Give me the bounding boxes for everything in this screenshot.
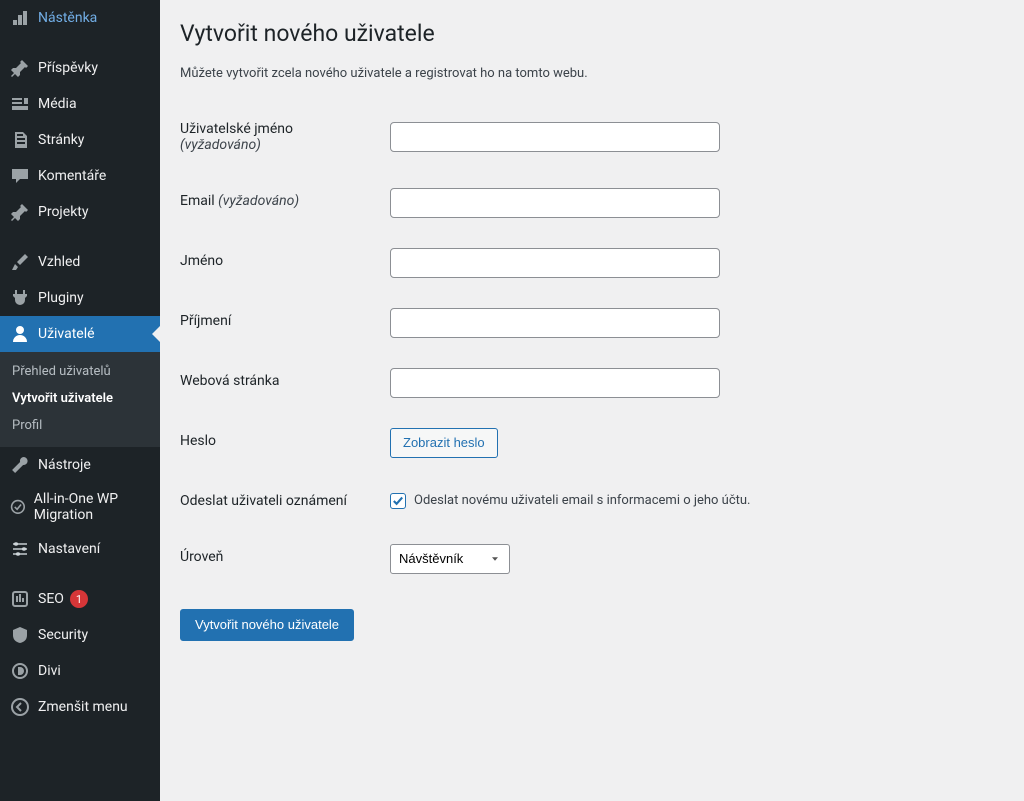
- sidebar-item-label: Projekty: [38, 204, 89, 220]
- sidebar-item-collapse[interactable]: Zmenšit menu: [0, 689, 160, 725]
- sidebar-item-label: Vzhled: [38, 254, 80, 270]
- sidebar-item-label: Nástroje: [38, 457, 91, 473]
- sidebar-item-label: Komentáře: [38, 168, 106, 184]
- sidebar-item-label: Nástěnka: [38, 10, 97, 26]
- show-password-button[interactable]: Zobrazit heslo: [390, 428, 498, 458]
- sidebar-item-pages[interactable]: Stránky: [0, 122, 160, 158]
- pages-icon: [10, 130, 30, 150]
- sidebar-item-seo[interactable]: SEO 1: [0, 581, 160, 617]
- label-website: Webová stránka: [180, 353, 380, 413]
- checkbox-checked-icon: [390, 493, 406, 509]
- admin-sidebar: Nástěnka Příspěvky Média Stránky Komentá…: [0, 0, 160, 801]
- label-role: Úroveň: [180, 529, 380, 589]
- media-icon: [10, 94, 30, 114]
- firstname-input[interactable]: [390, 248, 720, 278]
- sidebar-item-label: Příspěvky: [38, 60, 98, 76]
- submenu-item-create[interactable]: Vytvořit uživatele: [0, 385, 160, 412]
- sidebar-item-label: Nastavení: [38, 541, 100, 557]
- sliders-icon: [10, 539, 30, 559]
- sidebar-item-label: All-in-One WP Migration: [34, 491, 150, 523]
- seo-icon: [10, 589, 30, 609]
- submit-button[interactable]: Vytvořit nového uživatele: [180, 609, 354, 641]
- sidebar-item-posts[interactable]: Příspěvky: [0, 50, 160, 86]
- seo-badge: 1: [70, 590, 88, 608]
- submenu-item-overview[interactable]: Přehled uživatelů: [0, 358, 160, 385]
- main-content: Vytvořit nového uživatele Můžete vytvoři…: [160, 0, 1024, 801]
- label-text: Email: [180, 193, 215, 209]
- sidebar-item-label: Zmenšit menu: [38, 699, 128, 715]
- shield-icon: [10, 625, 30, 645]
- collapse-icon: [10, 697, 30, 717]
- page-description: Můžete vytvořit zcela nového uživatele a…: [180, 66, 1004, 81]
- migration-icon: [10, 497, 26, 517]
- label-text: Uživatelské jméno: [180, 121, 293, 137]
- required-note: (vyžadováno): [180, 137, 261, 153]
- lastname-input[interactable]: [390, 308, 720, 338]
- sidebar-item-settings[interactable]: Nastavení: [0, 531, 160, 567]
- label-firstname: Jméno: [180, 233, 380, 293]
- notify-checkbox-row[interactable]: Odeslat novému uživateli email s informa…: [390, 493, 994, 509]
- submenu-item-profile[interactable]: Profil: [0, 412, 160, 439]
- role-select[interactable]: Návštěvník: [390, 544, 510, 574]
- sidebar-item-comments[interactable]: Komentáře: [0, 158, 160, 194]
- sidebar-submenu-users: Přehled uživatelů Vytvořit uživatele Pro…: [0, 352, 160, 447]
- plug-icon: [10, 288, 30, 308]
- required-note: (vyžadováno): [218, 193, 299, 209]
- sidebar-item-tools[interactable]: Nástroje: [0, 447, 160, 483]
- dashboard-icon: [10, 8, 30, 28]
- wrench-icon: [10, 455, 30, 475]
- sidebar-item-dashboard[interactable]: Nástěnka: [0, 0, 160, 36]
- brush-icon: [10, 252, 30, 272]
- sidebar-item-label: Security: [38, 627, 88, 643]
- username-input[interactable]: [390, 122, 720, 152]
- sidebar-item-security[interactable]: Security: [0, 617, 160, 653]
- label-notify: Odeslat uživateli oznámení: [180, 473, 380, 529]
- sidebar-item-projects[interactable]: Projekty: [0, 194, 160, 230]
- sidebar-item-label: Uživatelé: [38, 326, 95, 342]
- label-username: Uživatelské jméno (vyžadováno): [180, 101, 380, 173]
- sidebar-item-media[interactable]: Média: [0, 86, 160, 122]
- sidebar-item-aio-migration[interactable]: All-in-One WP Migration: [0, 483, 160, 531]
- sidebar-item-label: Média: [38, 96, 77, 112]
- sidebar-item-label: SEO: [38, 591, 64, 607]
- sidebar-item-label: Pluginy: [38, 290, 84, 306]
- sidebar-item-label: Stránky: [38, 132, 84, 148]
- email-input[interactable]: [390, 188, 720, 218]
- notify-checkbox-label: Odeslat novému uživateli email s informa…: [414, 493, 750, 508]
- divi-icon: [10, 661, 30, 681]
- sidebar-item-appearance[interactable]: Vzhled: [0, 244, 160, 280]
- label-lastname: Příjmení: [180, 293, 380, 353]
- sidebar-item-label: Divi: [38, 663, 61, 679]
- website-input[interactable]: [390, 368, 720, 398]
- pin-icon: [10, 202, 30, 222]
- comment-icon: [10, 166, 30, 186]
- user-icon: [10, 324, 30, 344]
- label-email: Email (vyžadováno): [180, 173, 380, 233]
- page-title: Vytvořit nového uživatele: [180, 10, 1004, 53]
- pin-icon: [10, 58, 30, 78]
- sidebar-item-plugins[interactable]: Pluginy: [0, 280, 160, 316]
- sidebar-item-divi[interactable]: Divi: [0, 653, 160, 689]
- sidebar-item-users[interactable]: Uživatelé: [0, 316, 160, 352]
- label-password: Heslo: [180, 413, 380, 473]
